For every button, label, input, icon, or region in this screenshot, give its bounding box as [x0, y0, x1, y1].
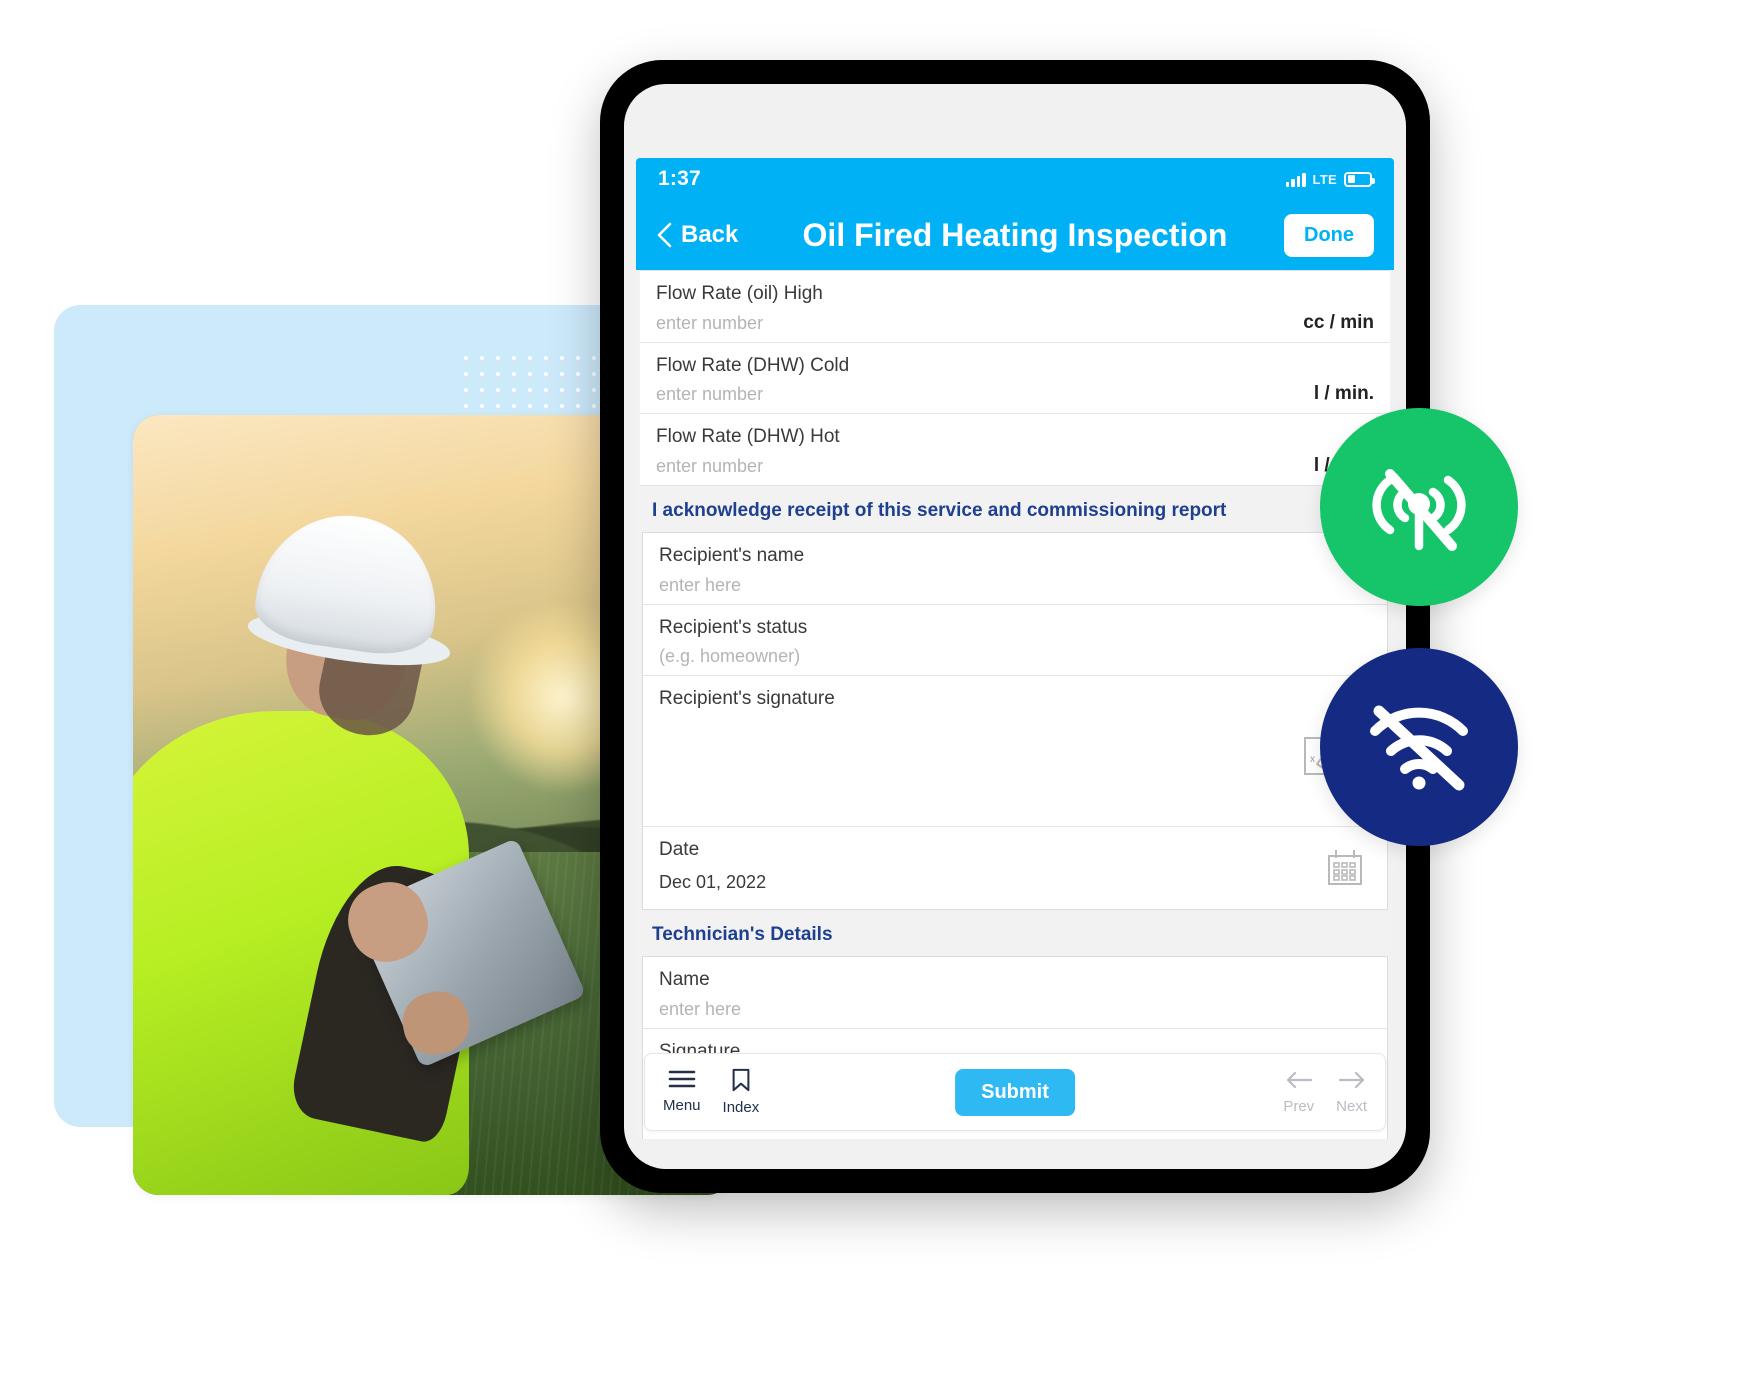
tablet-bezel: 1:37 LTE Back Oil Fired Heating Inspecti… [624, 84, 1406, 1169]
prev-label: Prev [1283, 1098, 1315, 1115]
recipient-date-row[interactable]: Date Dec 01, 2022 [643, 827, 1387, 910]
bookmark-icon [729, 1068, 753, 1096]
field-placeholder: enter here [659, 999, 742, 1020]
wifi-off-icon [1359, 689, 1479, 806]
technician-section-heading: Technician's Details [636, 910, 1394, 957]
field-label: Recipient's name [659, 544, 805, 566]
flow-rate-oil-high-row[interactable]: Flow Rate (oil) High enter number cc / m… [640, 271, 1390, 343]
status-bar: 1:37 LTE [636, 158, 1394, 200]
back-button[interactable]: Back [656, 221, 738, 249]
arrow-right-icon [1337, 1069, 1367, 1095]
acknowledge-card: Recipient's name enter here Recipient's … [642, 531, 1388, 911]
svg-text:x: x [1310, 754, 1315, 765]
nav-bar: Back Oil Fired Heating Inspection Done [636, 200, 1394, 270]
form-scroll-area[interactable]: Flow Rate (oil) High enter number cc / m… [636, 270, 1394, 1139]
field-placeholder: enter number [656, 455, 764, 476]
field-label: Flow Rate (DHW) Hot [656, 426, 840, 448]
acknowledge-section-heading: I acknowledge receipt of this service an… [636, 485, 1394, 532]
submit-button[interactable]: Submit [955, 1068, 1075, 1116]
battery-icon [1344, 171, 1375, 187]
field-value: Dec 01, 2022 [659, 872, 767, 893]
field-label: Flow Rate (DHW) Cold [656, 354, 850, 376]
page-title: Oil Fired Heating Inspection [802, 216, 1228, 253]
bottom-toolbar: Menu Index Submit Prev Next [644, 1053, 1386, 1131]
prev-button[interactable]: Prev [1283, 1069, 1314, 1115]
recipient-name-row[interactable]: Recipient's name enter here [643, 533, 1387, 605]
status-clock: 1:37 [658, 167, 701, 190]
recipient-status-row[interactable]: Recipient's status (e.g. homeowner) [643, 605, 1387, 677]
field-label: Recipient's status [659, 616, 808, 638]
field-label: Date [659, 838, 700, 860]
field-placeholder: enter number [656, 384, 764, 405]
tablet-device: 1:37 LTE Back Oil Fired Heating Inspecti… [600, 60, 1430, 1193]
menu-button[interactable]: Menu [663, 1068, 701, 1116]
index-button[interactable]: Index [722, 1068, 760, 1116]
done-button[interactable]: Done [1284, 213, 1374, 257]
field-placeholder: enter here [659, 574, 742, 595]
index-label: Index [722, 1099, 760, 1116]
field-label: Recipient's signature [659, 688, 835, 710]
field-unit: cc / min [1303, 311, 1374, 333]
calendar-icon[interactable] [1325, 848, 1365, 893]
flow-rate-dhw-cold-row[interactable]: Flow Rate (DHW) Cold enter number l / mi… [640, 343, 1390, 415]
no-cell-signal-badge [1320, 408, 1518, 606]
back-label: Back [681, 221, 739, 248]
tablet-screen: 1:37 LTE Back Oil Fired Heating Inspecti… [636, 158, 1394, 1139]
cell-tower-off-icon [1360, 446, 1478, 569]
network-type-label: LTE [1312, 171, 1337, 187]
menu-label: Menu [663, 1097, 701, 1114]
arrow-left-icon [1284, 1069, 1314, 1095]
signal-bars-icon [1285, 172, 1306, 187]
field-placeholder: (e.g. homeowner) [659, 646, 801, 667]
hamburger-menu-icon [667, 1068, 697, 1094]
no-wifi-badge [1320, 648, 1518, 846]
recipient-signature-row[interactable]: Recipient's signature x [643, 676, 1387, 827]
flow-rate-dhw-hot-row[interactable]: Flow Rate (DHW) Hot enter number l / min… [640, 414, 1390, 485]
chevron-left-icon [656, 222, 672, 248]
next-label: Next [1336, 1098, 1367, 1115]
field-unit: l / min. [1313, 383, 1374, 405]
field-label: Flow Rate (oil) High [656, 283, 823, 304]
technician-name-row[interactable]: Name enter here [643, 957, 1387, 1030]
flow-rate-card: Flow Rate (oil) High enter number cc / m… [640, 270, 1390, 486]
field-placeholder: enter number [656, 312, 764, 333]
page-root: 1:37 LTE Back Oil Fired Heating Inspecti… [0, 0, 1755, 1376]
next-button[interactable]: Next [1336, 1069, 1367, 1115]
field-label: Name [659, 969, 710, 991]
